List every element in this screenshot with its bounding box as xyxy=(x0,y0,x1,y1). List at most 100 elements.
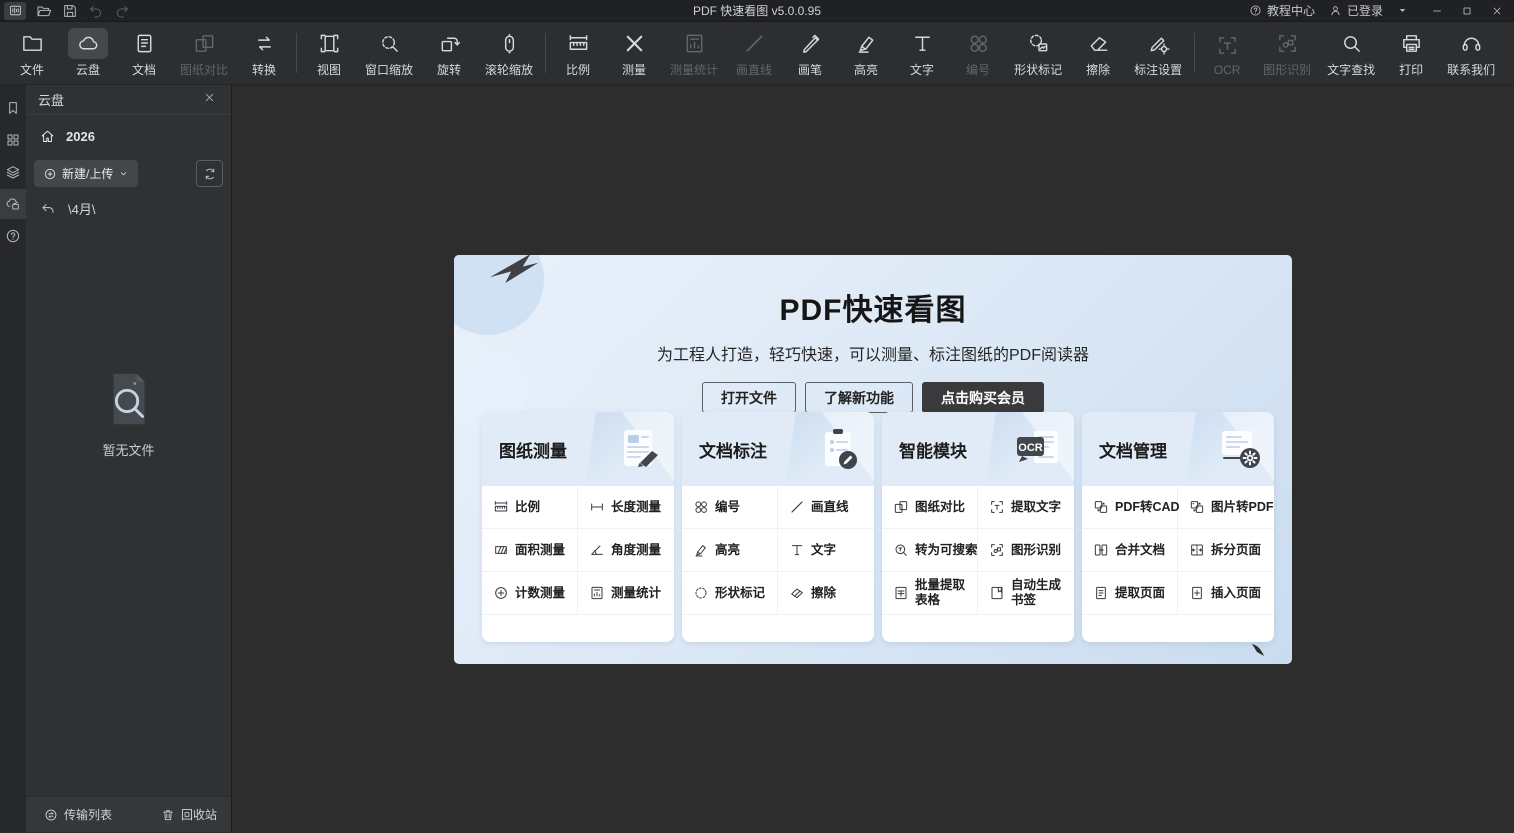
home-folder-row[interactable]: 2026 xyxy=(40,129,231,144)
card-grid: PDF转CAD 图片转PDF 合并文档 拆分页面 提取页面 插入页面 xyxy=(1082,486,1274,615)
rail-item-layers[interactable] xyxy=(0,157,26,187)
chevron-down-icon[interactable] xyxy=(1397,5,1408,16)
card-item[interactable]: 测量统计 xyxy=(578,572,674,615)
new-features-button[interactable]: 了解新功能 xyxy=(805,382,913,413)
tool-label: 旋转 xyxy=(437,63,462,77)
rail-item-thumbnails[interactable] xyxy=(0,125,26,155)
feature-card-smart-modules: 智能模块 OCR 图纸对比 提取文字 转为可搜索 图形识别 批量提取 表格 自动生成 书签 xyxy=(882,412,1074,642)
tool-view[interactable]: 视图 xyxy=(301,24,357,82)
cloud-icon xyxy=(77,32,100,55)
plus-circle-icon xyxy=(43,167,57,181)
card-item[interactable]: 图纸对比 xyxy=(882,486,978,529)
save-icon[interactable] xyxy=(62,3,78,19)
view-icon xyxy=(318,32,341,55)
card-item[interactable]: 比例 xyxy=(482,486,578,529)
card-item[interactable]: 合并文档 xyxy=(1082,529,1178,572)
refresh-button[interactable] xyxy=(196,160,223,187)
card-item-label: 编号 xyxy=(715,499,741,514)
panel-close-button[interactable] xyxy=(203,91,221,109)
tool-contact-us[interactable]: 联系我们 xyxy=(1439,24,1503,82)
feature-card-drawing-measure: 图纸测量 比例 长度测量 面积测量 角度测量 计数测量 测量统计 xyxy=(482,412,674,642)
maximize-button[interactable] xyxy=(1452,0,1482,22)
window-zoom-icon xyxy=(378,32,401,55)
card-item[interactable]: 拆分页面 xyxy=(1178,529,1274,572)
it-area-icon xyxy=(493,542,509,558)
tool-rotate[interactable]: 旋转 xyxy=(421,24,477,82)
card-item[interactable]: 图形识别 xyxy=(978,529,1074,572)
card-item[interactable]: 编号 xyxy=(682,486,778,529)
close-button[interactable] xyxy=(1482,0,1512,22)
card-item[interactable]: 计数测量 xyxy=(482,572,578,615)
tool-print[interactable]: 打印 xyxy=(1383,24,1439,82)
sidebar-rail xyxy=(0,85,26,832)
card-item[interactable]: 高亮 xyxy=(682,529,778,572)
tool-pen[interactable]: 画笔 xyxy=(782,24,838,82)
card-item[interactable]: 文字 xyxy=(778,529,874,572)
tool-label: 编号 xyxy=(966,63,991,77)
card-title: 文档标注 xyxy=(699,441,767,461)
tool-icon-box xyxy=(846,28,886,59)
card-item-label: PDF转CAD xyxy=(1115,499,1180,514)
card-item[interactable]: 提取文字 xyxy=(978,486,1074,529)
it-img2pdf-icon xyxy=(1189,499,1205,515)
rail-item-bookmarks[interactable] xyxy=(0,93,26,123)
account-button[interactable]: 已登录 xyxy=(1329,2,1383,19)
tool-shape-mark[interactable]: 形状标记 xyxy=(1006,24,1070,82)
tool-icon-box xyxy=(734,28,774,59)
tool-wheel-zoom[interactable]: 滚轮缩放 xyxy=(477,24,541,82)
card-item[interactable]: 插入页面 xyxy=(1178,572,1274,615)
tool-window-zoom[interactable]: 窗口缩放 xyxy=(357,24,421,82)
card-item[interactable]: 批量提取 表格 xyxy=(882,572,978,615)
search-icon xyxy=(1340,32,1363,55)
tool-drawing-compare: 图纸对比 xyxy=(172,24,236,82)
buy-membership-button[interactable]: 点击购买会员 xyxy=(922,382,1044,413)
recycle-bin-button[interactable]: 回收站 xyxy=(161,806,217,823)
card-item[interactable]: 擦除 xyxy=(778,572,874,615)
card-item[interactable]: 转为可搜索 xyxy=(882,529,978,572)
folder-path-row[interactable]: \4月\ xyxy=(40,199,231,218)
card-item[interactable]: 提取页面 xyxy=(1082,572,1178,615)
rail-item-cloud-drive[interactable] xyxy=(0,189,26,219)
tool-label: 高亮 xyxy=(854,63,879,77)
card-item[interactable]: 图片转PDF xyxy=(1178,486,1274,529)
tool-text[interactable]: 文字 xyxy=(894,24,950,82)
transfer-list-button[interactable]: 传输列表 xyxy=(44,806,112,823)
tool-text-search[interactable]: 文字查找 xyxy=(1319,24,1383,82)
minimize-button[interactable] xyxy=(1422,0,1452,22)
card-item[interactable]: 长度测量 xyxy=(578,486,674,529)
tool-highlight[interactable]: 高亮 xyxy=(838,24,894,82)
tool-convert[interactable]: 转换 xyxy=(236,24,292,82)
tool-erase[interactable]: 擦除 xyxy=(1070,24,1126,82)
layers-icon xyxy=(5,164,21,180)
tool-cloud-drive[interactable]: 云盘 xyxy=(60,24,116,82)
card-item[interactable]: 自动生成 书签 xyxy=(978,572,1074,615)
card-item[interactable]: 面积测量 xyxy=(482,529,578,572)
tool-document[interactable]: 文档 xyxy=(116,24,172,82)
it-pdf2cad-icon xyxy=(1093,499,1109,515)
card-item[interactable]: 形状标记 xyxy=(682,572,778,615)
toolbar-separator xyxy=(545,33,547,73)
tool-annotation-settings[interactable]: 标注设置 xyxy=(1126,24,1190,82)
doc-compare-icon xyxy=(893,499,909,515)
tool-file[interactable]: 文件 xyxy=(4,24,60,82)
tool-scale[interactable]: 比例 xyxy=(550,24,606,82)
tool-icon-box xyxy=(1018,28,1058,59)
card-item[interactable]: 画直线 xyxy=(778,486,874,529)
card-item-label: 高亮 xyxy=(715,542,741,557)
card-item[interactable]: 角度测量 xyxy=(578,529,674,572)
card-item-label: 角度测量 xyxy=(611,542,662,557)
new-upload-button[interactable]: 新建/上传 xyxy=(34,160,139,187)
tool-measure[interactable]: 测量 xyxy=(606,24,662,82)
tool-label: 联系我们 xyxy=(1447,63,1496,77)
tutorial-center-button[interactable]: 教程中心 xyxy=(1249,2,1315,19)
open-file-button[interactable]: 打开文件 xyxy=(702,382,796,413)
open-file-icon[interactable] xyxy=(36,3,52,19)
svg-text:OCR: OCR xyxy=(1018,442,1043,454)
tool-label: 画笔 xyxy=(798,63,823,77)
rail-item-help[interactable] xyxy=(0,221,26,251)
tool-label: OCR xyxy=(1213,62,1241,77)
card-item-label: 图纸对比 xyxy=(915,499,966,514)
close-icon xyxy=(203,91,216,104)
card-item[interactable]: PDF转CAD xyxy=(1082,486,1180,529)
shape-recog-icon xyxy=(989,542,1005,558)
